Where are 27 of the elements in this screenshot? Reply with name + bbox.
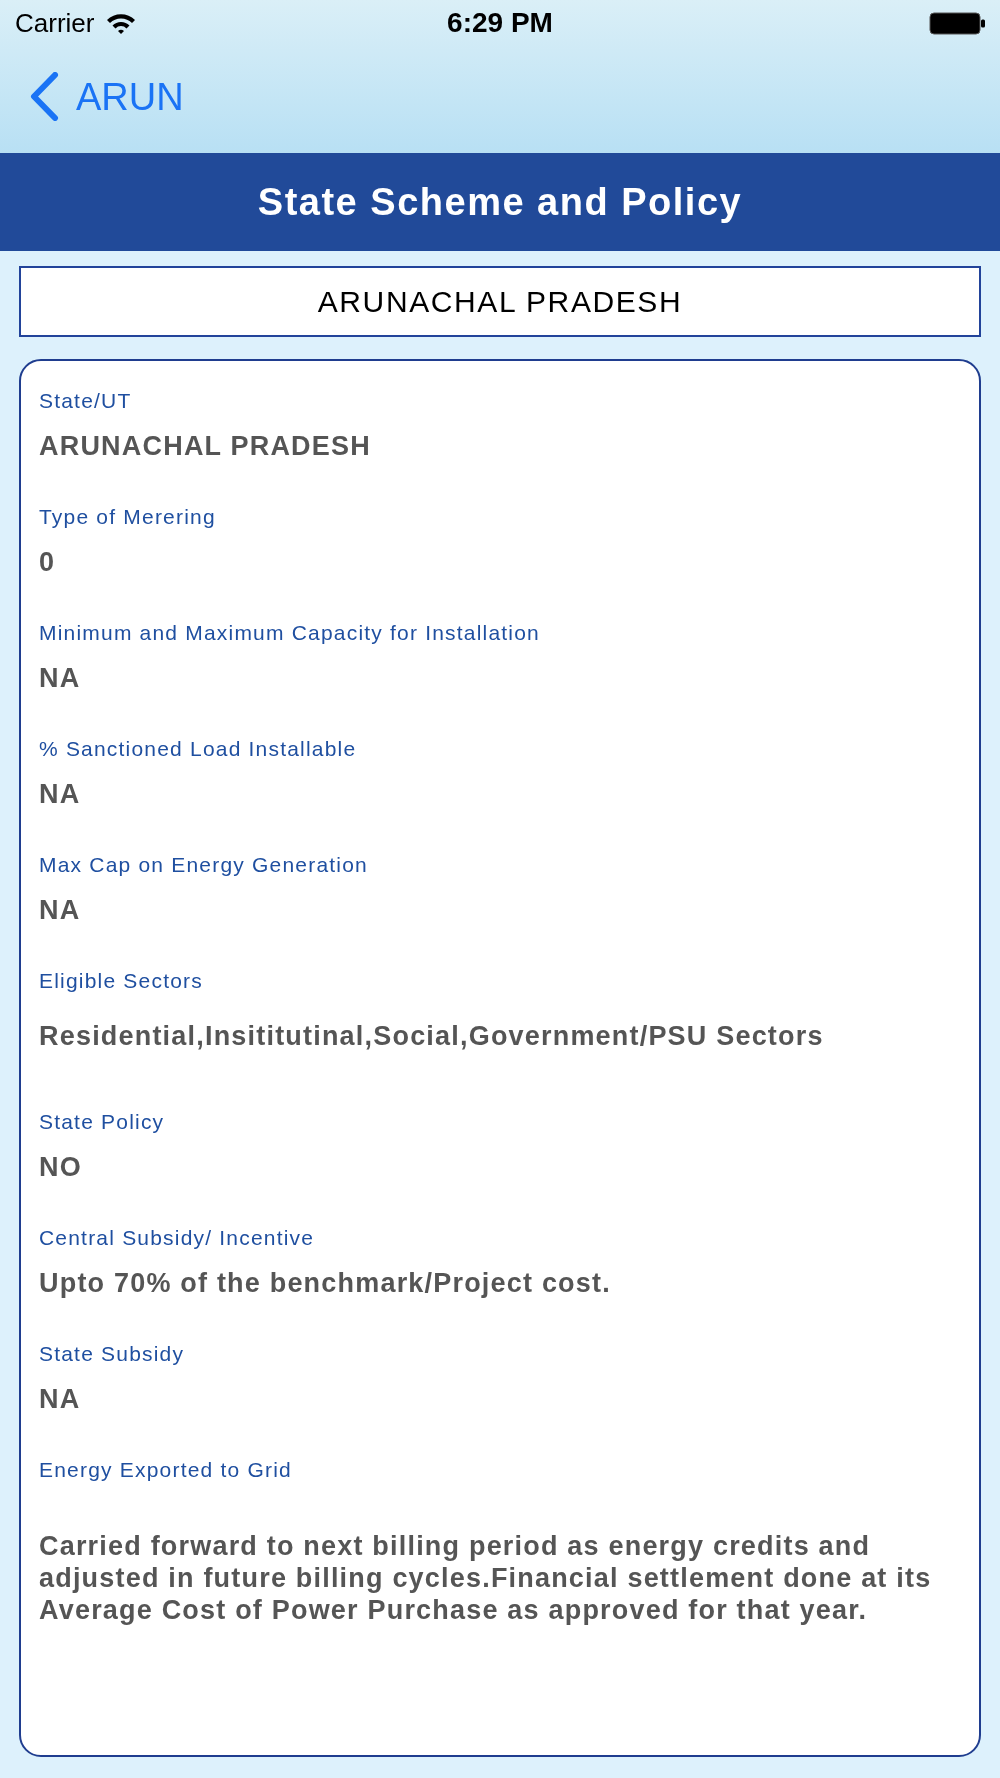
field-value: Upto 70% of the benchmark/Project cost. (39, 1267, 611, 1299)
status-time: 6:29 PM (447, 7, 553, 39)
field-label: State/UT (39, 389, 132, 413)
field-label: Eligible Sectors (39, 969, 203, 993)
field-value: ARUNACHAL PRADESH (39, 430, 371, 462)
field-label: Max Cap on Energy Generation (39, 853, 368, 877)
field-value: NA (39, 1383, 81, 1415)
field-value: NA (39, 894, 81, 926)
field-value: Carried forward to next billing period as energy credits and adjusted in future billing cycles.Financial settlement done at its Average Cost of Power Purchase as approved for that year. (39, 1530, 933, 1626)
field-label: Energy Exported to Grid (39, 1458, 292, 1482)
field-value: NA (39, 778, 81, 810)
field-label: Minimum and Maximum Capacity for Installation (39, 621, 540, 645)
chevron-left-icon (28, 72, 59, 121)
field-label: State Subsidy (39, 1342, 185, 1366)
state-selector[interactable]: ARUNACHAL PRADESH (19, 266, 981, 337)
field-value: 0 (39, 546, 56, 578)
field-value: NO (39, 1151, 82, 1183)
carrier-label: Carrier (15, 8, 95, 38)
field-label: Central Subsidy/ Incentive (39, 1226, 315, 1250)
field-value: Residential,Insititutinal,Social,Government/PSU Sectors (39, 1020, 824, 1052)
field-label: State Policy (39, 1110, 165, 1134)
battery-icon (929, 11, 985, 35)
field-label: % Sanctioned Load Installable (39, 737, 357, 761)
field-label: Type of Merering (39, 505, 216, 529)
header-title: State Scheme and Policy (257, 180, 743, 224)
field-value: NA (39, 662, 81, 694)
wifi-icon (106, 12, 137, 34)
